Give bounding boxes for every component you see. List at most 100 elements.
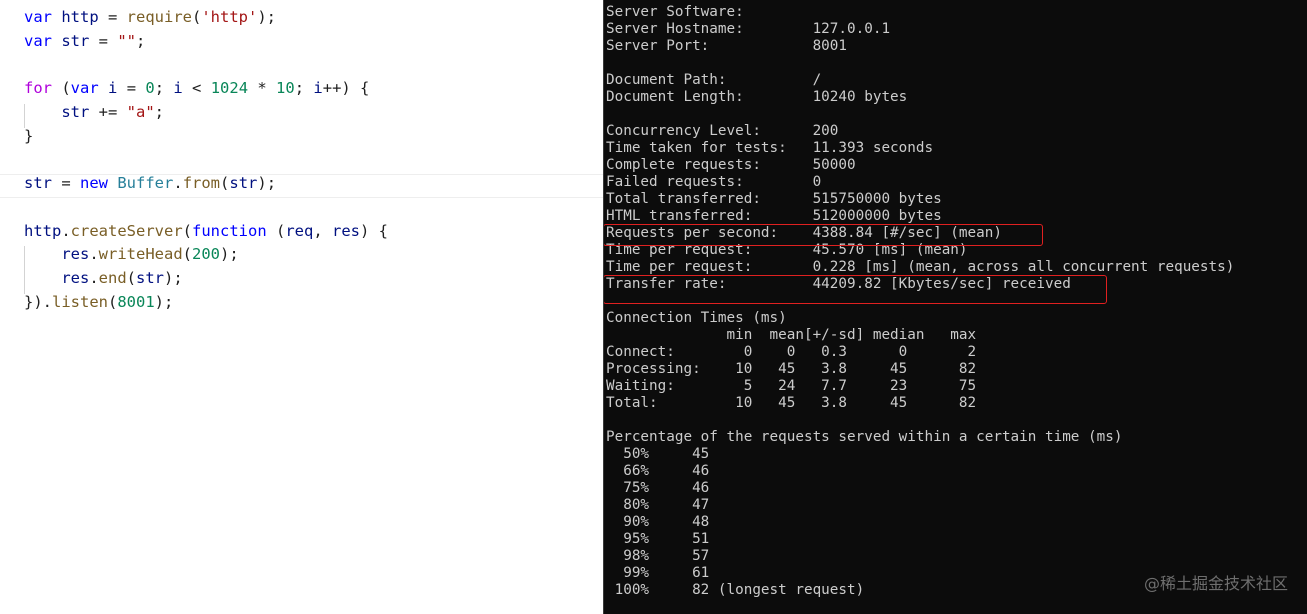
terminal-line: 90% 48 [606, 514, 710, 530]
terminal-line: Percentage of the requests served within… [606, 429, 1123, 445]
code-token: . [89, 245, 99, 263]
terminal-line: 50% 45 [606, 446, 710, 462]
code-token: str [136, 269, 165, 287]
code-line[interactable]: str = new Buffer.from(str); [24, 174, 276, 192]
code-line[interactable]: for (var i = 0; i < 1024 * 10; i++) { [24, 79, 369, 97]
terminal-line: min mean[+/-sd] median max [606, 327, 977, 343]
code-token: writeHead [98, 245, 183, 263]
code-token: i [173, 79, 183, 97]
terminal-line: Time per request: 0.228 [ms] (mean, acro… [606, 259, 1235, 275]
code-line[interactable]: res.writeHead(200); [24, 245, 239, 263]
terminal-line: 95% 51 [606, 531, 710, 547]
terminal-line: Total: 10 45 3.8 45 82 [606, 395, 977, 411]
code-token: var [24, 8, 52, 26]
code-token: ; [136, 32, 146, 50]
code-token: end [98, 269, 127, 287]
code-token: = [89, 32, 118, 50]
code-token: createServer [70, 222, 183, 240]
code-line[interactable]: http.createServer(function (req, res) { [24, 222, 388, 240]
code-token: = [117, 79, 146, 97]
code-token: req [285, 222, 314, 240]
code-token: ( [108, 293, 118, 311]
terminal-line: HTML transferred: 512000000 bytes [606, 208, 942, 224]
code-line[interactable]: } [24, 127, 33, 145]
code-token: ( [182, 245, 193, 263]
code-token: < [182, 79, 211, 97]
code-token: ( [266, 222, 286, 240]
code-token: ); [164, 269, 183, 287]
terminal-line: Concurrency Level: 200 [606, 123, 839, 139]
terminal-line: Time taken for tests: 11.393 seconds [606, 140, 934, 156]
code-token: ( [52, 79, 71, 97]
requests-per-second-highlight-box [604, 224, 1043, 246]
code-token: str [24, 174, 52, 192]
code-token: 1024 [210, 79, 249, 97]
terminal-pane[interactable]: Server Software: Server Hostname: 127.0.0… [603, 0, 1307, 614]
code-token: res [61, 245, 90, 263]
code-token: ( [126, 269, 137, 287]
code-line[interactable]: res.end(str); [24, 269, 183, 287]
code-token: "" [117, 32, 137, 50]
code-line[interactable]: }).listen(8001); [24, 293, 173, 311]
code-token: var [24, 32, 52, 50]
terminal-line: Server Software: [606, 4, 744, 20]
code-token: require [126, 8, 192, 26]
terminal-line: Connect: 0 0 0.3 0 2 [606, 344, 977, 360]
terminal-line: Connection Times (ms) [606, 310, 787, 326]
code-token: res [332, 222, 360, 240]
transfer-rate-highlight-box [604, 275, 1107, 304]
code-token: str [229, 174, 258, 192]
code-token: ( [220, 174, 230, 192]
code-token: ); [257, 174, 277, 192]
code-token: ; [294, 79, 314, 97]
code-token: = [98, 8, 127, 26]
terminal-line: Complete requests: 50000 [606, 157, 856, 173]
code-token: "a" [126, 103, 155, 121]
terminal-line: Total transferred: 515750000 bytes [606, 191, 942, 207]
code-token: new [80, 174, 108, 192]
code-token: = [52, 174, 80, 192]
code-line[interactable]: str += "a"; [24, 103, 164, 121]
terminal-line: Document Length: 10240 bytes [606, 89, 908, 105]
code-token: from [182, 174, 221, 192]
code-line[interactable]: var http = require('http'); [24, 8, 276, 26]
code-line[interactable]: var str = ""; [24, 32, 145, 50]
code-token: . [173, 174, 183, 192]
code-token: . [89, 269, 99, 287]
terminal-line: 75% 46 [606, 480, 710, 496]
code-token: ++) { [322, 79, 370, 97]
code-token: += [89, 103, 127, 121]
code-token: 8001 [117, 293, 155, 311]
terminal-line: 66% 46 [606, 463, 710, 479]
code-token: res [61, 269, 90, 287]
terminal-line: 80% 47 [606, 497, 710, 513]
terminal-line: Waiting: 5 24 7.7 23 75 [606, 378, 977, 394]
code-editor-pane[interactable]: var http = require('http'); var str = "";… [0, 0, 603, 614]
code-token: . [61, 222, 71, 240]
code-token: ); [154, 293, 174, 311]
code-token: http [24, 222, 62, 240]
terminal-line: 99% 61 [606, 565, 710, 581]
code-token: var [70, 79, 99, 97]
code-token: 0 [145, 79, 155, 97]
code-token: ); [220, 245, 239, 263]
code-token: ; [154, 79, 174, 97]
code-token: 10 [276, 79, 295, 97]
code-token: str [61, 32, 90, 50]
code-token: http [61, 8, 99, 26]
terminal-line: Server Hostname: 127.0.0.1 [606, 21, 891, 37]
code-token: i [313, 79, 323, 97]
code-token: listen [52, 293, 108, 311]
code-token: 'http' [201, 8, 258, 26]
code-token: i [108, 79, 118, 97]
code-token: * [248, 79, 277, 97]
code-token: , [313, 222, 332, 240]
code-token: ) { [360, 222, 388, 240]
